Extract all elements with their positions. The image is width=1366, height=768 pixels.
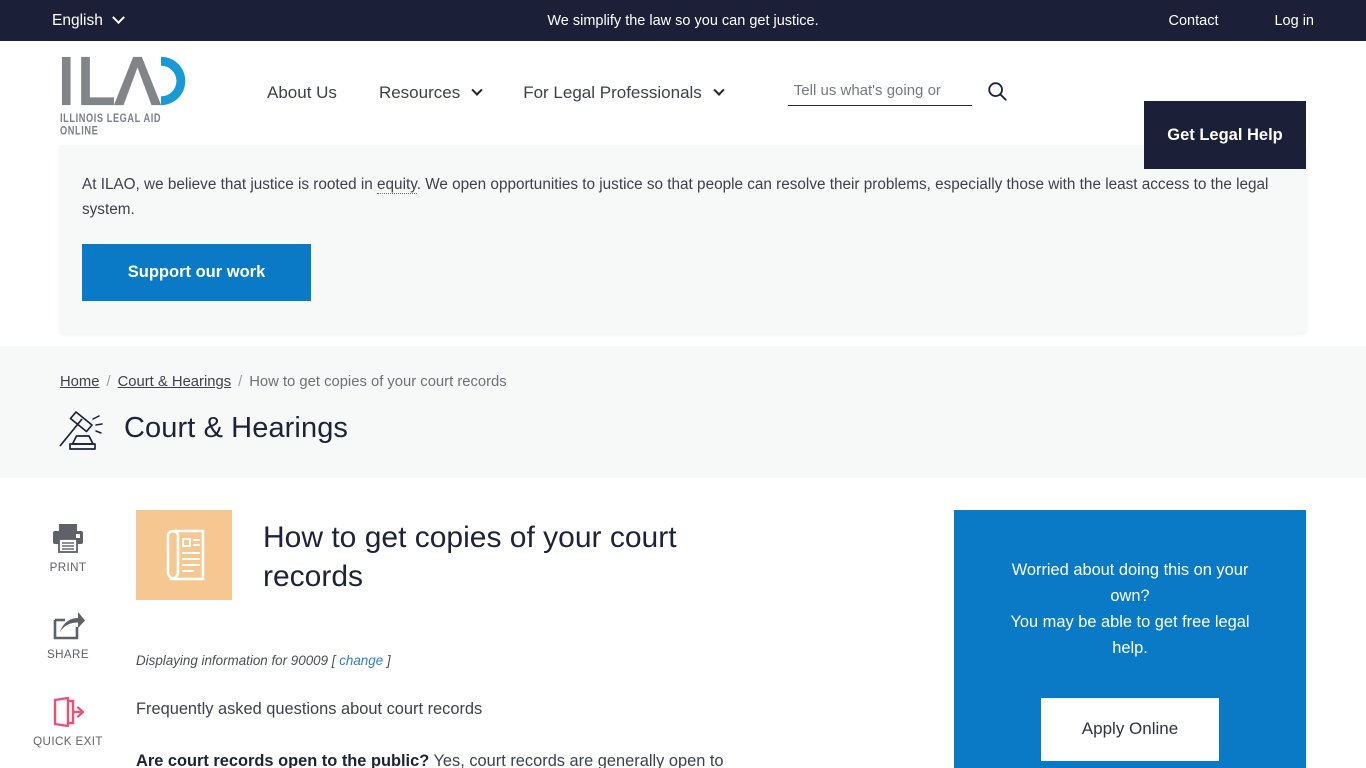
page-content: PRINT SHARE QUICK EXIT How to get copies…: [0, 478, 1366, 768]
site-tagline: We simplify the law so you can get justi…: [547, 12, 819, 29]
zip-prefix: Displaying information for 90009 [: [136, 652, 336, 668]
print-button[interactable]: PRINT: [50, 522, 87, 574]
quick-exit-label: QUICK EXIT: [33, 734, 103, 748]
equity-banner-band: At ILAO, we believe that justice is root…: [0, 145, 1366, 333]
site-header: ILLINOIS LEGAL AID ONLINE About Us Resou…: [0, 41, 1366, 169]
login-link[interactable]: Log in: [1274, 13, 1314, 29]
section-header: Court & Hearings: [52, 406, 1366, 452]
breadcrumb-item-court-and-hearings[interactable]: Court & Hearings: [118, 374, 232, 390]
article-intro: Frequently asked questions about court r…: [136, 699, 483, 718]
equity-text-before: At ILAO, we believe that justice is root…: [82, 176, 378, 193]
nav-label: About Us: [267, 83, 337, 102]
nav-item-about-us[interactable]: About Us: [267, 83, 337, 103]
nav-item-for-legal-professionals[interactable]: For Legal Professionals: [523, 83, 725, 103]
chevron-down-icon: [471, 84, 483, 96]
breadcrumb-band: Home / Court & Hearings / How to get cop…: [0, 345, 1366, 478]
equity-banner-card: At ILAO, we believe that justice is root…: [60, 145, 1306, 333]
article-tool-rail: PRINT SHARE QUICK EXIT: [0, 510, 136, 768]
chevron-down-icon: [713, 84, 725, 96]
contact-link[interactable]: Contact: [1169, 13, 1219, 29]
breadcrumb-item-current: How to get copies of your court records: [249, 373, 507, 390]
breadcrumb-separator: /: [238, 373, 243, 390]
search-submit-button[interactable]: [986, 80, 1008, 106]
breadcrumb: Home / Court & Hearings / How to get cop…: [60, 374, 1366, 390]
language-selector[interactable]: English: [52, 11, 125, 30]
legal-help-card: Worried about doing this on your own? Yo…: [954, 509, 1306, 768]
legal-help-line-2: You may be able to get free legal help.: [1010, 613, 1250, 658]
share-button[interactable]: SHARE: [47, 609, 89, 661]
printer-icon: [53, 523, 83, 553]
article-column: How to get copies of your court records …: [136, 509, 954, 768]
equity-banner-text: At ILAO, we believe that justice is root…: [82, 173, 1272, 223]
site-logo[interactable]: ILLINOIS LEGAL AID ONLINE: [60, 55, 190, 137]
language-selector-label: English: [52, 11, 103, 29]
article-thumbnail: [136, 509, 232, 600]
breadcrumb-item-home[interactable]: Home: [60, 374, 99, 390]
share-icon: [53, 611, 85, 639]
search-icon: [988, 82, 1007, 101]
faq-question: Are court records open to the public?: [136, 752, 430, 768]
zip-location-line: Displaying information for 90009 [ chang…: [136, 653, 924, 668]
logo-subtitle: ILLINOIS LEGAL AID ONLINE: [60, 111, 162, 137]
document-article-icon: [166, 529, 205, 580]
breadcrumb-separator: /: [106, 373, 111, 390]
top-utility-bar: English We simplify the law so you can g…: [0, 0, 1366, 41]
share-label: SHARE: [47, 647, 89, 661]
gavel-icon: [59, 410, 103, 450]
site-search: [787, 80, 1008, 106]
right-sidebar: Worried about doing this on your own? Yo…: [954, 509, 1366, 768]
get-legal-help-button[interactable]: Get Legal Help: [1144, 101, 1306, 169]
nav-label: For Legal Professionals: [523, 83, 702, 102]
support-our-work-button[interactable]: Support our work: [82, 243, 311, 301]
equity-term[interactable]: equity: [377, 176, 417, 194]
zip-suffix: ]: [386, 652, 391, 668]
apply-online-button[interactable]: Apply Online: [1041, 697, 1219, 761]
ilao-logo-icon: [61, 56, 186, 105]
chevron-down-icon: [111, 11, 125, 25]
article-title: How to get copies of your court records: [263, 520, 677, 594]
faq-answer: Yes, court records are generally open to: [429, 752, 724, 768]
exit-door-icon: [53, 696, 85, 727]
faq-entry: Are court records open to the public? Ye…: [136, 749, 924, 768]
nav-item-resources[interactable]: Resources: [378, 83, 483, 103]
quick-exit-button[interactable]: QUICK EXIT: [33, 696, 103, 748]
nav-label: Resources: [378, 83, 461, 102]
print-label: PRINT: [49, 560, 87, 574]
top-utility-links: Contact Log in: [1169, 13, 1315, 29]
search-input[interactable]: [787, 82, 972, 106]
change-zip-link[interactable]: change: [339, 653, 383, 668]
section-title: Court & Hearings: [124, 412, 349, 445]
article-header: How to get copies of your court records: [136, 509, 924, 600]
main-navigation: About Us Resources For Legal Professiona…: [267, 83, 725, 103]
legal-help-line-1: Worried about doing this on your own?: [1011, 560, 1249, 605]
